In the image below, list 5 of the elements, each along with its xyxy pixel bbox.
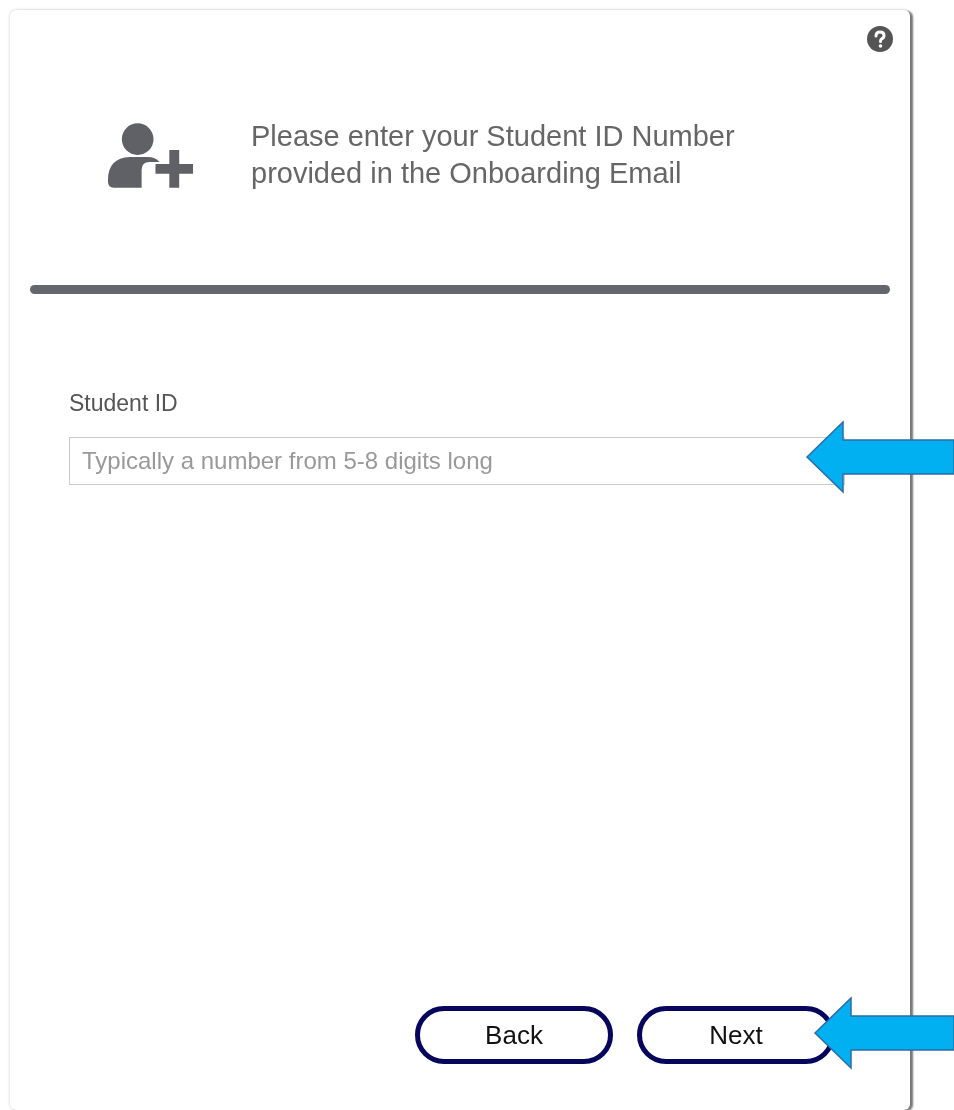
student-id-field[interactable]: Typically a number from 5-8 digits long [69,437,845,485]
instruction-text: Please enter your Student ID Number provided in the Onboarding Email [251,119,736,191]
field-label: Student ID [69,390,179,417]
nav-button[interactable]: Back [415,1006,613,1064]
help-icon[interactable] [867,26,893,52]
